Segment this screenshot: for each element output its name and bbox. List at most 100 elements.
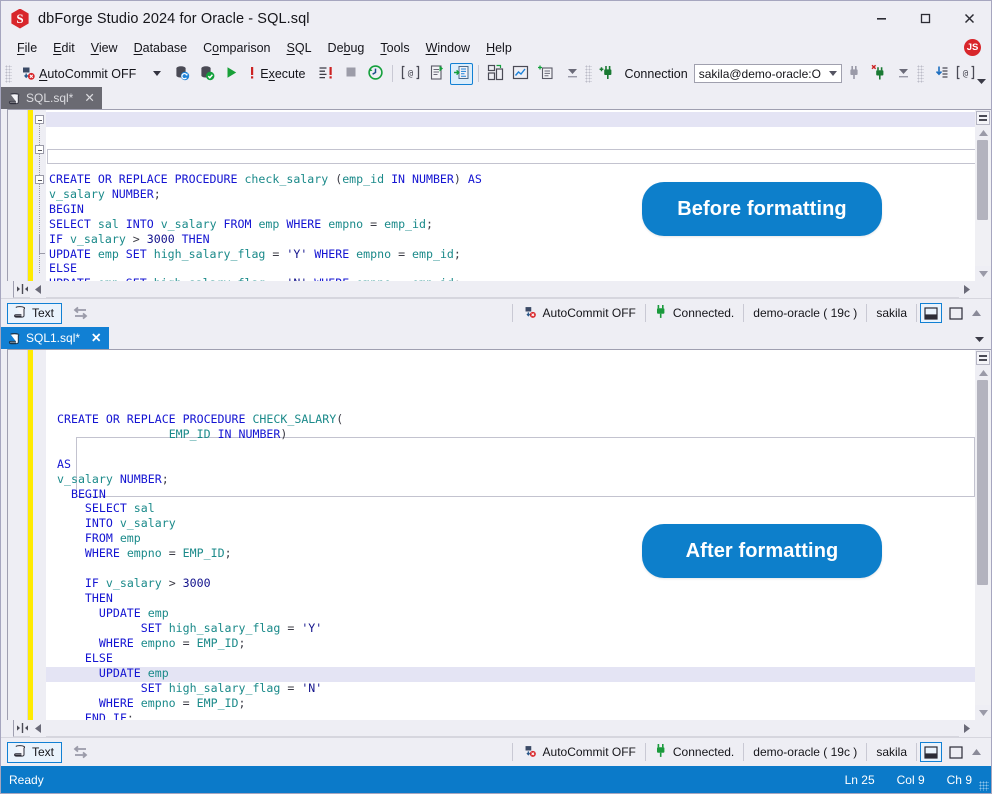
menu-view[interactable]: View [83, 38, 126, 58]
code-line[interactable]: SET high_salary_flag = 'N' [57, 681, 975, 696]
scroll-up-arrow-icon[interactable] [975, 365, 991, 380]
scroll-right-arrow-icon[interactable] [959, 281, 975, 298]
text-view-button-before[interactable]: Text [7, 302, 63, 324]
menu-debug[interactable]: Debug [320, 38, 373, 58]
toolbar-overflow-3-icon[interactable] [976, 74, 987, 88]
new-object-button[interactable] [534, 63, 559, 85]
execution-history-button[interactable] [364, 63, 387, 85]
code-folding-column-before[interactable] [33, 110, 46, 281]
code-folding-column-after[interactable] [33, 350, 46, 720]
text-view-button-after[interactable]: Text [7, 741, 63, 763]
code-line[interactable]: ELSE [57, 651, 975, 666]
tab-close-icon[interactable]: ✕ [91, 332, 101, 345]
vertical-scroll-track-before[interactable] [975, 140, 991, 266]
scroll-down-arrow-icon[interactable] [975, 705, 991, 720]
split-horizontal-button-before[interactable] [13, 281, 30, 298]
status-autocommit-after[interactable]: AutoCommit OFF [513, 742, 645, 762]
execute-run-button[interactable] [220, 63, 242, 85]
close-connection-button[interactable] [868, 63, 891, 85]
horizontal-scroll-track-after[interactable] [46, 720, 959, 737]
code-line[interactable]: AS [57, 457, 975, 472]
vertical-scroll-track-after[interactable] [975, 380, 991, 705]
code-line[interactable]: BEGIN [57, 487, 975, 502]
fold-toggle-procedure[interactable] [35, 115, 44, 124]
autocommit-toggle-button[interactable]: AutoCommit OFF [16, 63, 144, 85]
scroll-down-arrow-icon[interactable] [975, 266, 991, 281]
layout-split-horizontal-button-after[interactable] [920, 742, 942, 762]
code-line[interactable]: EMP_ID IN NUMBER) [57, 427, 975, 442]
menu-tools[interactable]: Tools [372, 38, 417, 58]
at-bracket-button[interactable]: @ [953, 63, 978, 85]
layout-single-button-after[interactable] [945, 742, 967, 762]
swap-panes-button-before[interactable] [68, 303, 92, 324]
code-line[interactable]: SELECT sal [57, 501, 975, 516]
status-autocommit-before[interactable]: AutoCommit OFF [513, 303, 645, 323]
connection-dropdown-caret-icon[interactable] [828, 65, 837, 82]
menu-help[interactable]: Help [478, 38, 520, 58]
minimize-icon[interactable] [859, 1, 903, 36]
layout-split-horizontal-button-before[interactable] [920, 303, 942, 323]
menu-window[interactable]: Window [418, 38, 478, 58]
disconnect-button[interactable] [843, 63, 866, 85]
format-sql-button[interactable] [450, 62, 474, 85]
close-icon[interactable] [947, 1, 991, 36]
code-line[interactable]: v_salary NUMBER; [57, 472, 975, 487]
new-connection-button[interactable] [596, 63, 619, 85]
vertical-scrollbar-after[interactable] [975, 349, 991, 720]
code-line[interactable]: THEN [57, 591, 975, 606]
scroll-left-arrow-icon[interactable] [30, 281, 46, 298]
toolbar-overflow-1-icon[interactable] [561, 63, 583, 85]
scroll-up-arrow-icon[interactable] [975, 125, 991, 140]
vertical-scroll-thumb-before[interactable] [977, 140, 988, 220]
status-user-after[interactable]: sakila [867, 742, 916, 762]
autocommit-dropdown-caret-icon[interactable] [146, 63, 168, 85]
tab-sql-sql[interactable]: SQL.sql* ✕ [1, 87, 102, 109]
swap-panes-button-after[interactable] [68, 742, 92, 763]
menu-edit[interactable]: Edit [45, 38, 83, 58]
menu-file[interactable]: File [9, 38, 45, 58]
code-line[interactable]: UPDATE emp SET high_salary_flag = 'N' WH… [49, 276, 975, 281]
code-line[interactable]: ELSE [49, 261, 975, 276]
code-line[interactable]: END IF; [57, 711, 975, 720]
code-line[interactable]: UPDATE emp [57, 606, 975, 621]
menu-database[interactable]: Database [126, 38, 196, 58]
query-profiler-button[interactable] [509, 63, 532, 85]
status-server-before[interactable]: demo-oracle ( 19c ) [744, 303, 866, 323]
toolbar-grip-2[interactable] [585, 64, 593, 83]
refresh-objects-button[interactable] [928, 63, 951, 85]
vertical-scrollbar-before[interactable] [975, 109, 991, 281]
sql-snippets-button[interactable] [484, 63, 507, 85]
code-line[interactable]: CREATE OR REPLACE PROCEDURE CHECK_SALARY… [57, 412, 975, 427]
split-horizontal-button-after[interactable] [13, 720, 30, 737]
vertical-scroll-thumb-after[interactable] [977, 380, 988, 585]
execute-button[interactable]: Execute [244, 63, 313, 85]
status-connection-before[interactable]: Connected. [646, 303, 743, 323]
status-user-before[interactable]: sakila [867, 303, 916, 323]
user-avatar[interactable]: JS [964, 39, 981, 56]
code-line[interactable] [57, 442, 975, 457]
code-line[interactable]: WHERE empno = EMP_ID; [57, 636, 975, 651]
horizontal-scroll-track-before[interactable] [46, 281, 959, 298]
menu-comparison[interactable]: Comparison [195, 38, 278, 58]
toolbar-overflow-2-icon[interactable] [893, 63, 915, 85]
menu-sql[interactable]: SQL [279, 38, 320, 58]
commit-transaction-button[interactable] [195, 63, 218, 85]
pane-status-overflow-up-icon[interactable] [967, 749, 985, 755]
pane-status-overflow-up-icon[interactable] [967, 310, 985, 316]
scroll-right-arrow-icon[interactable] [959, 720, 975, 737]
maximize-icon[interactable] [903, 1, 947, 36]
fold-toggle-if[interactable] [35, 175, 44, 184]
split-view-button-after[interactable] [976, 351, 990, 365]
split-view-button-before[interactable] [976, 111, 990, 125]
fold-toggle-begin[interactable] [35, 145, 44, 154]
stop-execution-button[interactable] [340, 63, 362, 85]
status-connection-after[interactable]: Connected. [646, 742, 743, 762]
code-line[interactable]: UPDATE emp [57, 666, 975, 681]
tab-sql1-sql[interactable]: SQL1.sql* ✕ [1, 327, 109, 349]
toolbar-grip-3[interactable] [916, 64, 924, 83]
scroll-left-arrow-icon[interactable] [30, 720, 46, 737]
execute-script-button[interactable] [315, 63, 338, 85]
code-line[interactable]: SET high_salary_flag = 'Y' [57, 621, 975, 636]
connection-combobox[interactable]: sakila@demo-oracle:OR... [693, 64, 842, 83]
code-line[interactable]: UPDATE emp SET high_salary_flag = 'Y' WH… [49, 247, 975, 262]
